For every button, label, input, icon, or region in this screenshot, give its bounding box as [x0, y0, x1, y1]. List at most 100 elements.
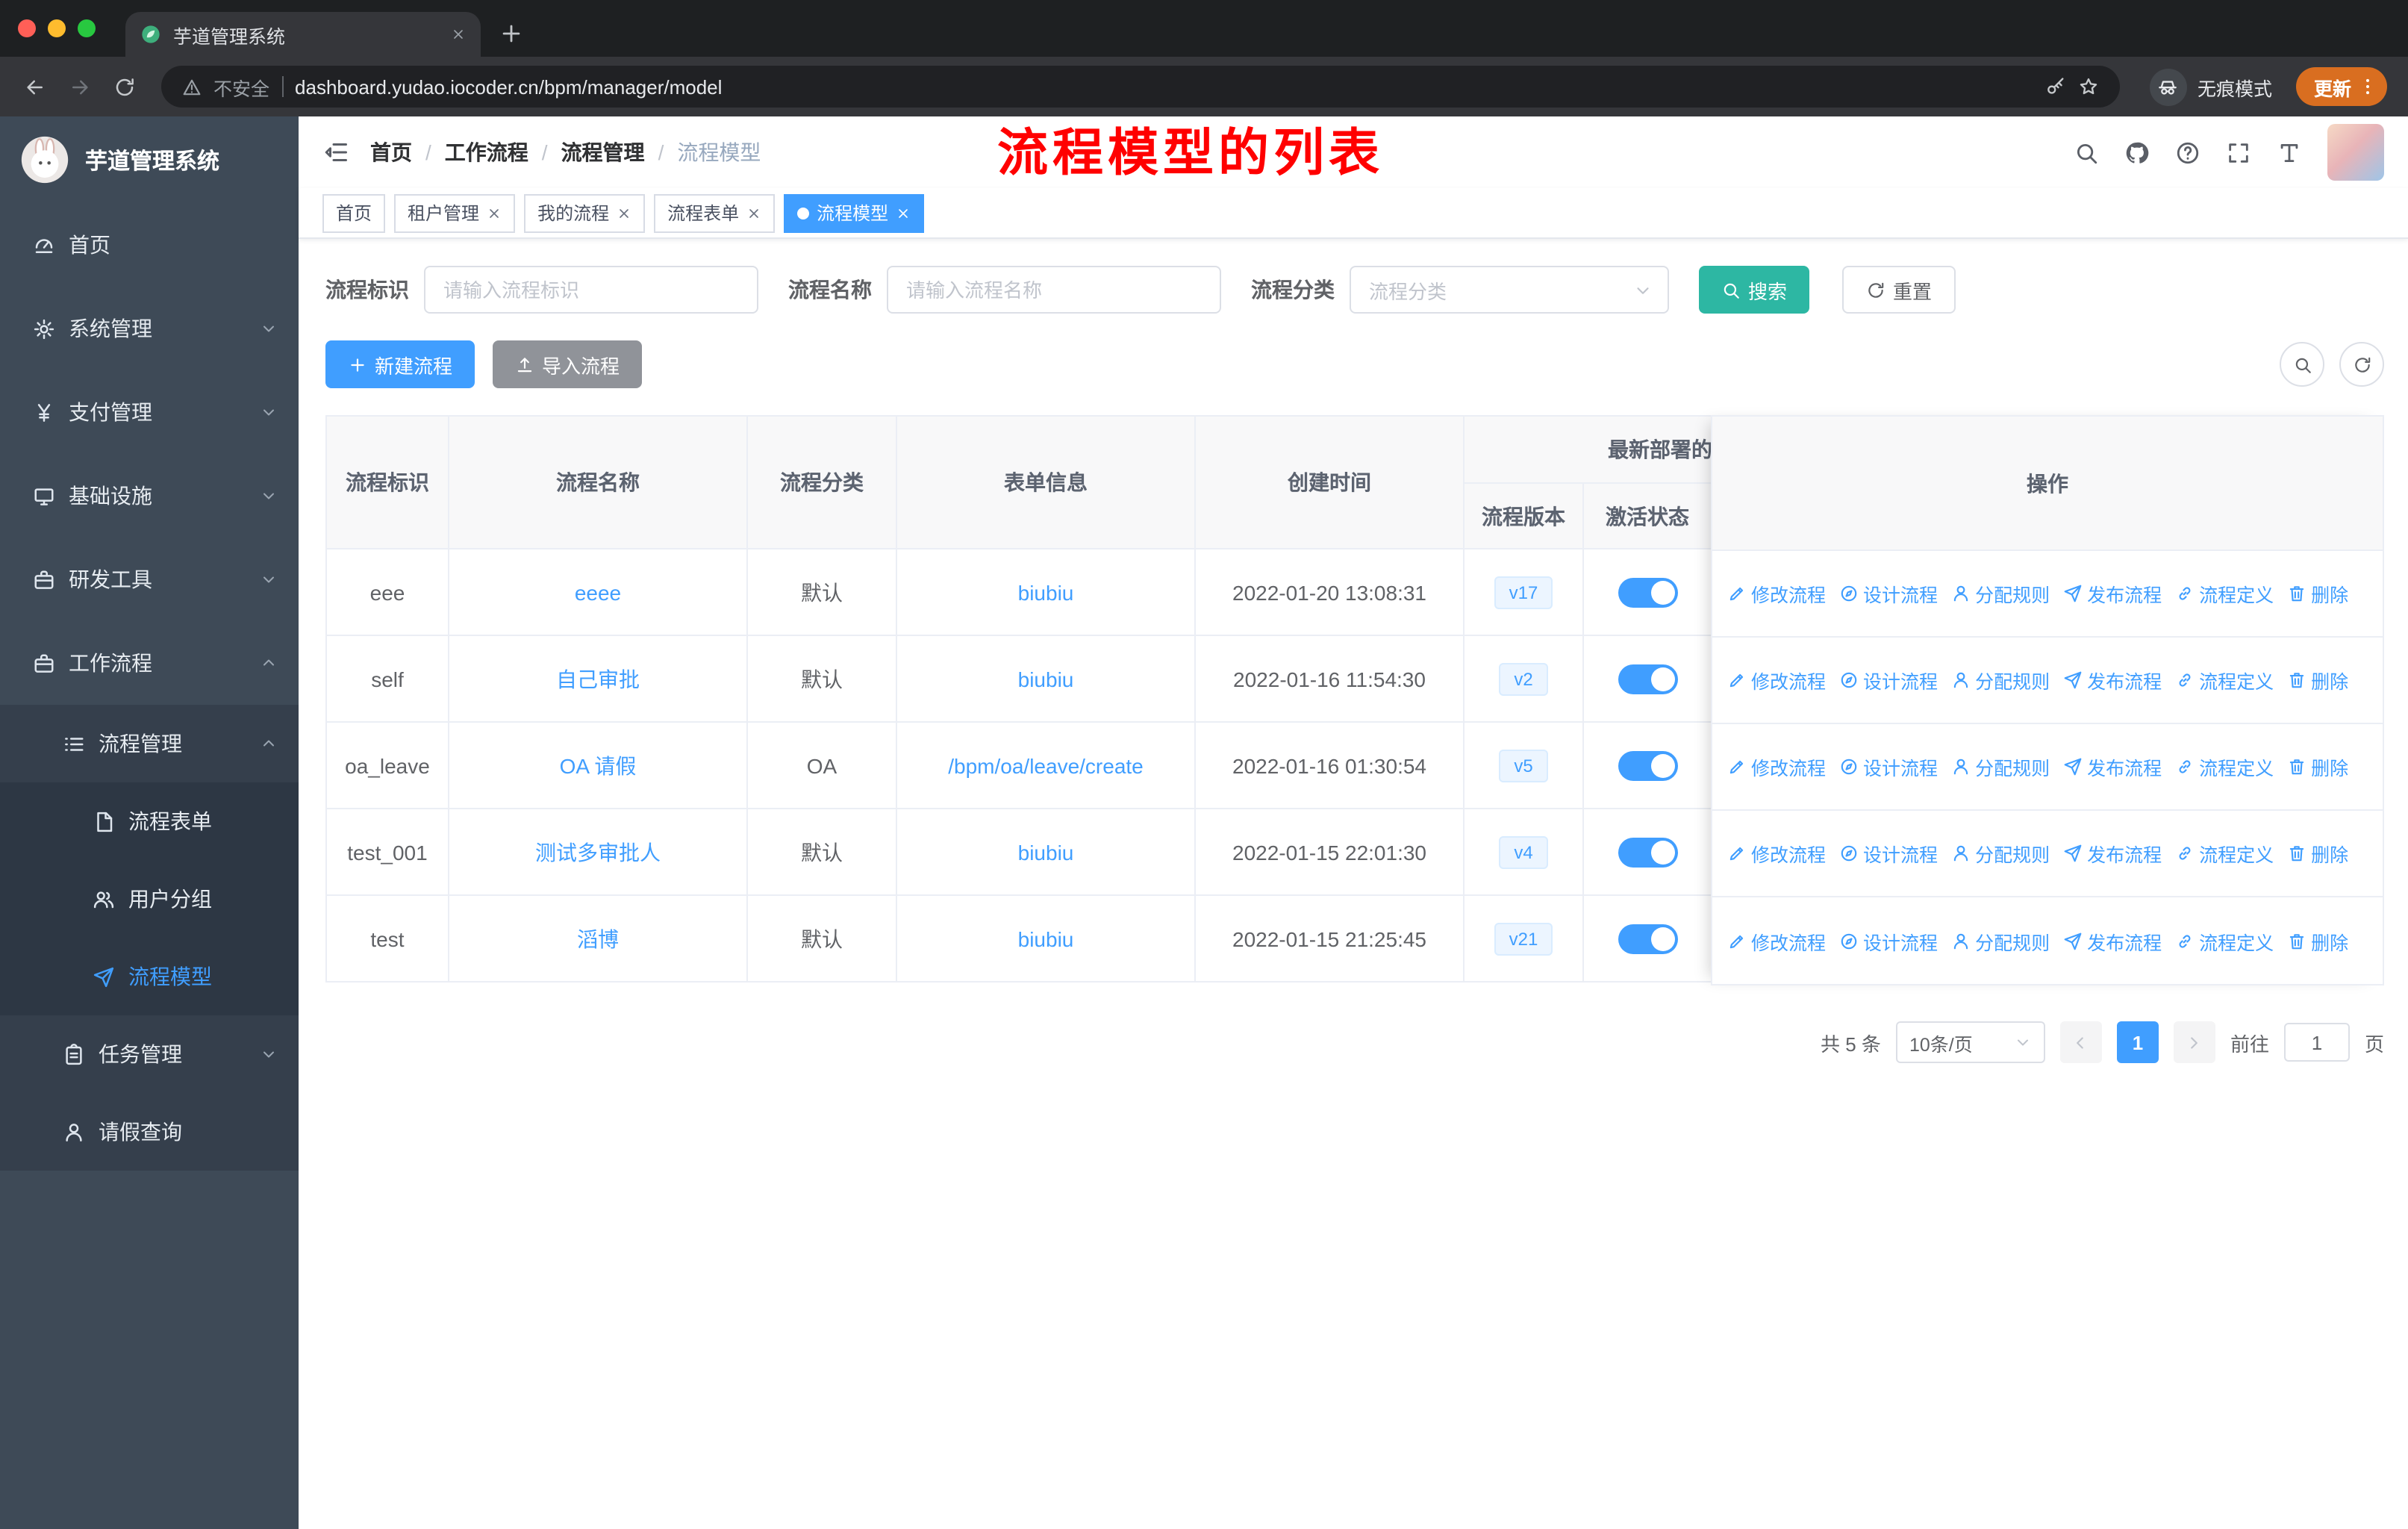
sidebar-item-process-form[interactable]: 流程表单 — [0, 782, 299, 860]
address-bar[interactable]: 不安全 dashboard.yudao.iocoder.cn/bpm/manag… — [161, 66, 2120, 108]
delete-process-link[interactable]: 删除 — [2287, 927, 2348, 955]
modify-process-link[interactable]: 修改流程 — [1727, 666, 1826, 694]
design-process-link[interactable]: 设计流程 — [1839, 666, 1938, 694]
assign-rules-link[interactable]: 分配规则 — [1951, 666, 2050, 694]
close-icon[interactable] — [746, 205, 761, 220]
font-size-icon[interactable] — [2277, 140, 2302, 165]
delete-process-link[interactable]: 删除 — [2287, 839, 2348, 868]
tab-close-icon[interactable] — [451, 27, 466, 42]
active-toggle[interactable] — [1618, 750, 1677, 780]
help-icon[interactable] — [2175, 140, 2200, 165]
tag-my-process[interactable]: 我的流程 — [524, 193, 646, 232]
minimize-window-button[interactable] — [48, 19, 66, 37]
tag-home[interactable]: 首页 — [322, 193, 386, 232]
delete-process-link[interactable]: 删除 — [2287, 666, 2348, 694]
browser-tab[interactable]: 芋道管理系统 — [125, 12, 481, 57]
sidebar-item-process-model[interactable]: 流程模型 — [0, 938, 299, 1015]
process-definition-link[interactable]: 流程定义 — [2175, 839, 2274, 868]
process-category-select[interactable]: 流程分类 — [1350, 266, 1669, 314]
reload-button[interactable] — [105, 67, 143, 106]
form-info-link[interactable]: /bpm/oa/leave/create — [948, 753, 1144, 777]
import-process-button[interactable]: 导入流程 — [493, 340, 643, 388]
publish-process-link[interactable]: 发布流程 — [2063, 666, 2162, 694]
security-label[interactable]: 不安全 — [213, 72, 269, 101]
modify-process-link[interactable]: 修改流程 — [1727, 579, 1826, 608]
assign-rules-link[interactable]: 分配规则 — [1951, 839, 2050, 868]
sidebar-item-system-management[interactable]: 系统管理 — [0, 287, 299, 370]
back-button[interactable] — [15, 67, 54, 106]
user-avatar[interactable] — [2327, 124, 2384, 181]
active-toggle[interactable] — [1618, 577, 1677, 607]
form-info-link[interactable]: biubiu — [1018, 580, 1074, 604]
design-process-link[interactable]: 设计流程 — [1839, 839, 1938, 868]
refresh-table-button[interactable] — [2339, 342, 2384, 387]
process-name-link[interactable]: 自己审批 — [556, 667, 640, 691]
sidebar-item-home[interactable]: 首页 — [0, 203, 299, 287]
reset-button[interactable]: 重置 — [1842, 266, 1956, 314]
fullscreen-icon[interactable] — [2226, 140, 2251, 165]
process-definition-link[interactable]: 流程定义 — [2175, 753, 2274, 781]
tag-process-form[interactable]: 流程表单 — [654, 193, 776, 232]
active-toggle[interactable] — [1618, 837, 1677, 867]
process-key-input[interactable] — [424, 266, 758, 314]
assign-rules-link[interactable]: 分配规则 — [1951, 753, 2050, 781]
design-process-link[interactable]: 设计流程 — [1839, 753, 1938, 781]
sidebar-item-workflow[interactable]: 工作流程 — [0, 621, 299, 705]
close-icon[interactable] — [896, 205, 911, 220]
zoom-window-button[interactable] — [78, 19, 96, 37]
create-process-button[interactable]: 新建流程 — [325, 340, 475, 388]
browser-menu-icon[interactable] — [2357, 76, 2378, 97]
bookmark-star-icon[interactable] — [2078, 76, 2099, 97]
design-process-link[interactable]: 设计流程 — [1839, 579, 1938, 608]
collapse-sidebar-icon[interactable] — [322, 139, 349, 166]
form-info-link[interactable]: biubiu — [1018, 667, 1074, 691]
modify-process-link[interactable]: 修改流程 — [1727, 839, 1826, 868]
toggle-search-button[interactable] — [2280, 342, 2324, 387]
search-button[interactable]: 搜索 — [1699, 266, 1810, 314]
update-button[interactable]: 更新 — [2295, 67, 2387, 106]
delete-process-link[interactable]: 删除 — [2287, 753, 2348, 781]
active-toggle[interactable] — [1618, 664, 1677, 694]
sidebar-item-leave-query[interactable]: 请假查询 — [0, 1093, 299, 1171]
process-name-link[interactable]: eeee — [575, 580, 621, 604]
sidebar-item-process-management[interactable]: 流程管理 — [0, 705, 299, 782]
sidebar-item-infrastructure[interactable]: 基础设施 — [0, 454, 299, 538]
breadcrumb-process-management[interactable]: 流程管理 — [561, 137, 645, 167]
form-info-link[interactable]: biubiu — [1018, 840, 1074, 864]
process-definition-link[interactable]: 流程定义 — [2175, 579, 2274, 608]
active-toggle[interactable] — [1618, 924, 1677, 953]
current-page-button[interactable]: 1 — [2116, 1021, 2159, 1063]
design-process-link[interactable]: 设计流程 — [1839, 927, 1938, 955]
process-name-link[interactable]: 滔博 — [577, 927, 619, 950]
github-icon[interactable] — [2124, 140, 2150, 165]
sidebar-item-task-management[interactable]: 任务管理 — [0, 1015, 299, 1093]
prev-page-button[interactable] — [2059, 1021, 2102, 1063]
publish-process-link[interactable]: 发布流程 — [2063, 753, 2162, 781]
process-name-link[interactable]: OA 请假 — [560, 753, 637, 777]
process-definition-link[interactable]: 流程定义 — [2175, 666, 2274, 694]
assign-rules-link[interactable]: 分配规则 — [1951, 579, 2050, 608]
next-page-button[interactable] — [2173, 1021, 2215, 1063]
form-info-link[interactable]: biubiu — [1018, 927, 1074, 950]
sidebar-item-dev-tools[interactable]: 研发工具 — [0, 538, 299, 621]
process-name-input[interactable] — [887, 266, 1221, 314]
new-tab-button[interactable] — [499, 21, 524, 46]
process-name-link[interactable]: 测试多审批人 — [535, 840, 661, 864]
delete-process-link[interactable]: 删除 — [2287, 579, 2348, 608]
tag-tenant-management[interactable]: 租户管理 — [394, 193, 516, 232]
sidebar-item-payment-management[interactable]: 支付管理 — [0, 370, 299, 454]
publish-process-link[interactable]: 发布流程 — [2063, 839, 2162, 868]
search-icon[interactable] — [2074, 140, 2099, 165]
breadcrumb-workflow[interactable]: 工作流程 — [445, 137, 528, 167]
process-definition-link[interactable]: 流程定义 — [2175, 927, 2274, 955]
close-window-button[interactable] — [18, 19, 36, 37]
close-icon[interactable] — [487, 205, 502, 220]
password-key-icon[interactable] — [2045, 76, 2066, 97]
forward-button[interactable] — [60, 67, 99, 106]
page-size-select[interactable]: 10条/页 — [1895, 1021, 2045, 1063]
breadcrumb-home[interactable]: 首页 — [370, 137, 412, 167]
modify-process-link[interactable]: 修改流程 — [1727, 927, 1826, 955]
close-icon[interactable] — [617, 205, 631, 220]
publish-process-link[interactable]: 发布流程 — [2063, 579, 2162, 608]
assign-rules-link[interactable]: 分配规则 — [1951, 927, 2050, 955]
